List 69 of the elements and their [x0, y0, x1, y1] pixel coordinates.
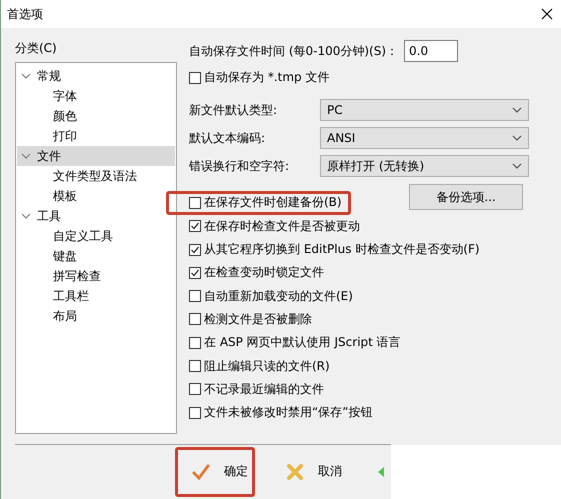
tree-item[interactable]: 自定义工具 — [17, 226, 175, 246]
select-label: 默认文本编码: — [189, 130, 266, 147]
arrow-icon — [378, 464, 384, 479]
checkmark-icon — [192, 464, 210, 480]
checkmark-icon — [190, 268, 200, 278]
ok-button[interactable]: 确定 — [175, 446, 255, 497]
checkbox-label: 阻止编辑只读的文件(R) — [204, 358, 330, 375]
tree-item[interactable]: 键盘 — [17, 246, 175, 266]
checkbox-row[interactable]: 检测文件是否被删除 — [189, 308, 529, 332]
tree-item[interactable]: 文件 — [17, 146, 175, 166]
checkbox[interactable] — [189, 290, 201, 302]
checkbox-row[interactable]: 在 ASP 网页中默认使用 JScript 语言 — [189, 331, 529, 354]
chevron-icon[interactable] — [21, 151, 31, 161]
checkmark-icon — [190, 221, 200, 232]
tree-item[interactable]: 工具栏 — [17, 286, 175, 306]
checkbox[interactable] — [189, 360, 201, 372]
chevron-icon[interactable] — [21, 71, 31, 81]
checkbox-label: 检测文件是否被删除 — [204, 310, 312, 328]
checkbox-label: 在保存时检查文件是否被更动 — [204, 218, 360, 235]
tree-item[interactable]: 字体 — [17, 86, 175, 106]
chevron-icon — [512, 107, 522, 114]
dropdown[interactable]: 原样打开 (无转换) — [320, 155, 529, 178]
checkbox-row[interactable]: 自动保存为 *.tmp 文件 — [189, 66, 529, 90]
checkbox[interactable] — [189, 266, 201, 279]
checkbox-row[interactable]: 在检查变动时锁定文件 — [189, 261, 529, 284]
checkbox[interactable] — [189, 313, 201, 326]
chevron-icon — [512, 135, 522, 142]
checkbox-row[interactable]: 自动重新加载变动的文件(E) — [189, 284, 529, 308]
highlight-frame[interactable]: 在保存文件时创建备份(B) — [166, 191, 351, 215]
tree-item[interactable]: 拼写检查 — [17, 266, 175, 286]
checkbox-row[interactable]: 从其它程序切换到 EditPlus 时检查文件是否变动(F) — [189, 238, 529, 262]
checkmark-icon — [190, 244, 200, 255]
tree-item[interactable]: 布局 — [17, 306, 175, 326]
dropdown[interactable]: PC — [320, 99, 529, 122]
checkbox[interactable] — [189, 220, 201, 232]
checkbox[interactable] — [189, 383, 201, 396]
dropdown[interactable]: ANSI — [320, 127, 529, 150]
checkbox-row[interactable]: 在保存时检查文件是否被更动 — [189, 214, 529, 238]
checkbox[interactable] — [189, 406, 201, 419]
close-icon[interactable] — [541, 8, 553, 20]
tree-item[interactable]: 常规 — [17, 66, 175, 86]
checkbox-label: 在检查变动时锁定文件 — [204, 264, 324, 282]
checkbox-label: 不记录最近编辑的文件 — [204, 380, 324, 398]
cancel-button[interactable]: 取消 — [269, 446, 351, 497]
chevron-icon[interactable] — [21, 211, 31, 221]
checkbox-label: 在保存文件时创建备份(B) — [204, 194, 342, 212]
checkbox[interactable] — [189, 244, 201, 256]
close-icon — [286, 462, 304, 481]
checkbox-label: 文件未被修改时禁用“保存”按钮 — [204, 404, 372, 422]
checkbox-row[interactable]: 文件未被修改时禁用“保存”按钮 — [189, 400, 529, 424]
tree-item[interactable]: 打印 — [17, 126, 175, 146]
tree-item[interactable]: 文件类型及语法 — [17, 166, 175, 186]
window-title: 首选项 — [7, 6, 43, 22]
chevron-icon — [512, 163, 522, 170]
checkbox[interactable] — [189, 72, 201, 84]
backup-options-button[interactable]: 备份选项... — [409, 184, 523, 210]
tree-item[interactable]: 颜色 — [17, 106, 175, 126]
autosave-label: 自动保存文件时间 (每0-100分钟)(S)： — [189, 42, 398, 60]
select-label: 新文件默认类型: — [189, 102, 278, 119]
checkbox-row[interactable]: 不记录最近编辑的文件 — [189, 378, 529, 401]
autosave-field[interactable]: 0.0 — [404, 40, 458, 62]
checkbox-label: 在 ASP 网页中默认使用 JScript 语言 — [204, 334, 401, 352]
checkbox-row[interactable]: 阻止编辑只读的文件(R) — [189, 354, 529, 378]
checkbox[interactable] — [189, 196, 201, 209]
checkbox[interactable] — [189, 336, 201, 349]
select-label: 错误换行和空字符: — [189, 158, 290, 175]
checkbox-label: 从其它程序切换到 EditPlus 时检查文件是否变动(F) — [204, 241, 480, 258]
category-label: 分类(C) — [15, 40, 58, 57]
checkbox-label: 自动重新加载变动的文件(E) — [204, 288, 353, 305]
